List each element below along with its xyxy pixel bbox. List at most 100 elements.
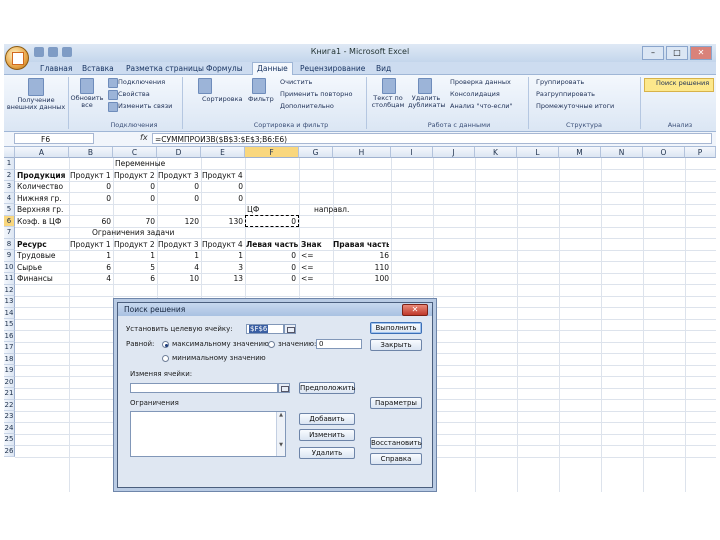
row-header[interactable]: 20 — [4, 376, 15, 388]
column-header-l[interactable]: L — [517, 147, 559, 158]
row-header[interactable]: 11 — [4, 273, 15, 285]
cell-a2[interactable]: Продукция — [17, 170, 69, 181]
cell-d9[interactable]: 1 — [157, 250, 199, 261]
cell-b2[interactable]: Продукт 1 — [70, 170, 113, 181]
tab-data[interactable]: Данные — [252, 62, 293, 75]
cell-d4[interactable]: 0 — [157, 193, 199, 204]
cell-c8[interactable]: Продукт 2 — [114, 239, 157, 250]
guess-button[interactable]: Предположить — [299, 382, 356, 394]
text-to-columns-button[interactable]: Текст по столбцам — [370, 95, 406, 109]
column-header-i[interactable]: I — [391, 147, 433, 158]
cell-b9[interactable]: 1 — [69, 250, 111, 261]
help-button[interactable]: Справка — [370, 453, 422, 465]
cell-d11[interactable]: 10 — [157, 273, 199, 284]
close-icon[interactable]: ✕ — [690, 46, 712, 60]
cell-b3[interactable]: 0 — [69, 181, 111, 192]
row-header[interactable]: 15 — [4, 319, 15, 331]
minimize-icon[interactable]: – — [642, 46, 664, 60]
cell-c4[interactable]: 0 — [113, 193, 155, 204]
row-header[interactable]: 1 — [4, 158, 15, 170]
edit-links-button[interactable]: Изменить связи — [118, 102, 172, 110]
clear-button[interactable]: Очистить — [280, 78, 312, 86]
min-radio-label[interactable]: минимальному значению — [172, 354, 266, 362]
delete-constraint-button[interactable]: Удалить — [299, 447, 355, 459]
column-header-k[interactable]: K — [475, 147, 517, 158]
row-header[interactable]: 5 — [4, 204, 15, 216]
properties-button[interactable]: Свойства — [118, 90, 150, 98]
refresh-all-button[interactable]: Обновить все — [70, 95, 104, 109]
cell-g8[interactable]: Знак — [301, 239, 333, 250]
cell-b1[interactable]: Переменные — [115, 158, 195, 169]
row-header[interactable]: 10 — [4, 261, 15, 273]
add-constraint-button[interactable]: Добавить — [299, 413, 355, 425]
cell-b10[interactable]: 6 — [69, 262, 111, 273]
cell-a10[interactable]: Сырье — [17, 262, 69, 273]
column-header-a[interactable]: A — [15, 147, 69, 158]
cell-b7[interactable]: Ограничения задачи — [92, 227, 202, 238]
options-button[interactable]: Параметры — [370, 397, 422, 409]
sort-button[interactable]: Сортировка — [202, 95, 243, 103]
cell-a4[interactable]: Нижняя гр. — [17, 193, 69, 204]
cell-d3[interactable]: 0 — [157, 181, 199, 192]
cell-c9[interactable]: 1 — [113, 250, 155, 261]
column-header-h[interactable]: H — [333, 147, 391, 158]
execute-button[interactable]: Выполнить — [370, 322, 422, 334]
changing-cells-input[interactable] — [130, 383, 278, 393]
connections-button[interactable]: Подключения — [118, 78, 165, 86]
constraints-list[interactable]: ▲ ▼ — [130, 411, 286, 457]
close-button[interactable]: Закрыть — [370, 339, 422, 351]
column-header-g[interactable]: G — [299, 147, 333, 158]
tab-formulas[interactable]: Формулы — [202, 63, 247, 74]
column-header-m[interactable]: M — [559, 147, 601, 158]
row-header[interactable]: 18 — [4, 353, 15, 365]
column-header-o[interactable]: O — [643, 147, 685, 158]
cell-a11[interactable]: Финансы — [17, 273, 69, 284]
change-constraint-button[interactable]: Изменить — [299, 429, 355, 441]
cell-f10[interactable]: 0 — [245, 262, 296, 273]
cell-b8[interactable]: Продукт 1 — [70, 239, 113, 250]
cell-c10[interactable]: 5 — [113, 262, 155, 273]
cell-c3[interactable]: 0 — [113, 181, 155, 192]
row-header[interactable]: 25 — [4, 434, 15, 446]
cell-b6[interactable]: 60 — [69, 216, 111, 227]
cell-d6[interactable]: 120 — [157, 216, 199, 227]
cell-e9[interactable]: 1 — [201, 250, 243, 261]
cell-e3[interactable]: 0 — [201, 181, 243, 192]
max-radio-label[interactable]: максимальному значению — [172, 340, 269, 348]
min-radio[interactable] — [162, 355, 169, 362]
cell-b11[interactable]: 4 — [69, 273, 111, 284]
cell-h9[interactable]: 16 — [333, 250, 389, 261]
cell-e8[interactable]: Продукт 4 — [202, 239, 245, 250]
cell-d10[interactable]: 4 — [157, 262, 199, 273]
tab-review[interactable]: Рецензирование — [296, 63, 369, 74]
cell-a8[interactable]: Ресурс — [17, 239, 69, 250]
office-button[interactable] — [5, 46, 29, 70]
tab-page-layout[interactable]: Разметка страницы — [122, 63, 208, 74]
select-all-corner[interactable] — [4, 147, 15, 158]
value-radio[interactable] — [268, 341, 275, 348]
cell-f8[interactable]: Левая часть — [246, 239, 299, 250]
cell-e2[interactable]: Продукт 4 — [202, 170, 245, 181]
reapply-button[interactable]: Применить повторно — [280, 90, 352, 98]
row-header[interactable]: 13 — [4, 296, 15, 308]
filter-button[interactable]: Фильтр — [248, 95, 274, 103]
value-input[interactable]: 0 — [316, 339, 362, 349]
solver-button[interactable]: Поиск решения — [656, 79, 709, 87]
column-header-e[interactable]: E — [201, 147, 245, 158]
cell-h8[interactable]: Правая часть — [333, 239, 389, 250]
dialog-close-icon[interactable]: ✕ — [402, 304, 428, 316]
row-header[interactable]: 23 — [4, 411, 15, 423]
data-validation-button[interactable]: Проверка данных — [450, 78, 511, 86]
cell-f11[interactable]: 0 — [245, 273, 296, 284]
cell-e4[interactable]: 0 — [201, 193, 243, 204]
cell-a9[interactable]: Трудовые — [17, 250, 69, 261]
row-header[interactable]: 2 — [4, 169, 15, 181]
cell-f5[interactable]: ЦФ — [247, 204, 297, 215]
cell-h10[interactable]: 110 — [333, 262, 389, 273]
row-header[interactable]: 19 — [4, 365, 15, 377]
cell-e6[interactable]: 130 — [201, 216, 243, 227]
cell-c11[interactable]: 6 — [113, 273, 155, 284]
column-header-p[interactable]: P — [685, 147, 716, 158]
get-external-data-button[interactable]: Получение внешних данных — [6, 97, 66, 111]
row-header[interactable]: 21 — [4, 388, 15, 400]
